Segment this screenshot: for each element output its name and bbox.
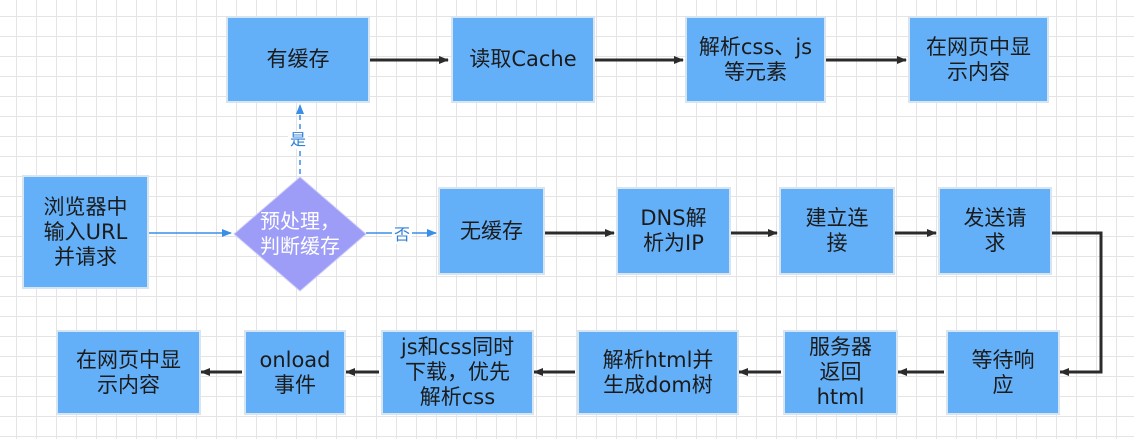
node-display-top: 在网页中显 示内容 <box>908 16 1049 103</box>
node-connect-text: 建立连 接 <box>805 206 869 255</box>
node-onload-text: onload 事件 <box>259 347 331 397</box>
node-browser-input-text: 浏览器中 输入URL 并请求 <box>43 194 128 269</box>
node-decision-text: 预处理， 判断缓存 <box>260 209 340 258</box>
node-server-return-text: 服务器 返回 html <box>809 335 872 409</box>
node-send-request: 发送请 求 <box>938 187 1052 275</box>
node-display-top-text: 在网页中显 示内容 <box>926 34 1031 84</box>
node-parse-css-js-text: 解析css、js 等元素 <box>698 34 813 84</box>
node-has-cache: 有缓存 <box>226 16 370 103</box>
node-download-parse: js和css同时 下载，优先 解析css <box>381 330 534 415</box>
node-parse-css-js: 解析css、js 等元素 <box>685 16 826 103</box>
node-parse-html-text: 解析html并 生成dom树 <box>602 347 714 397</box>
node-read-cache-text: 读取Cache <box>469 47 577 71</box>
node-download-parse-text: js和css同时 下载，优先 解析css <box>400 335 515 409</box>
node-dns-text: DNS解 析为IP <box>640 206 707 255</box>
node-decision: 预处理， 判断缓存 <box>233 176 367 292</box>
node-has-cache-text: 有缓存 <box>266 47 330 71</box>
node-read-cache: 读取Cache <box>451 16 595 103</box>
node-display-bottom: 在网页中显 示内容 <box>56 330 201 415</box>
node-dns: DNS解 析为IP <box>616 187 731 275</box>
edge-label-no: 否 <box>392 225 413 244</box>
node-connect: 建立连 接 <box>779 187 895 275</box>
node-display-bottom-text: 在网页中显 示内容 <box>76 347 181 397</box>
edge-label-yes: 是 <box>288 130 309 149</box>
node-no-cache: 无缓存 <box>438 187 545 275</box>
node-send-request-text: 发送请 求 <box>963 206 1027 255</box>
node-browser-input: 浏览器中 输入URL 并请求 <box>22 175 149 289</box>
node-parse-html: 解析html并 生成dom树 <box>577 330 739 415</box>
node-no-cache-text: 无缓存 <box>460 218 523 243</box>
node-wait-response-text: 等待响 应 <box>971 347 1035 397</box>
node-onload: onload 事件 <box>244 330 346 415</box>
node-wait-response: 等待响 应 <box>946 330 1060 415</box>
node-server-return: 服务器 返回 html <box>783 330 898 415</box>
